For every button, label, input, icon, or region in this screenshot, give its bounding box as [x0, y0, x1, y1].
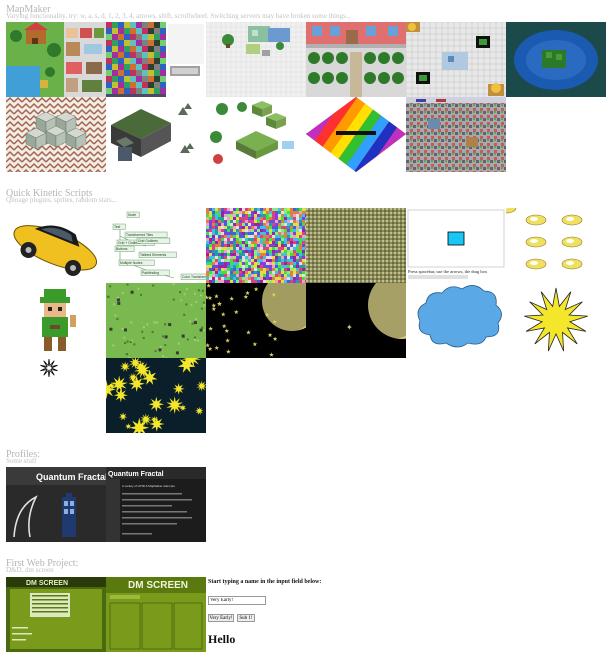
mapmaker-thumb-terrain[interactable] [106, 97, 206, 172]
mapmaker-subtitle: Varying functionality, try: w, a, s, d, … [6, 12, 351, 20]
kinetic-thumb-grass-field[interactable] [106, 283, 206, 358]
svg-text:Node: Node [128, 213, 136, 217]
kinetic-thumb-canvas[interactable]: Press spacebar, use the arrows, the drag… [406, 208, 506, 283]
webproject-thumb-dmscreen-1[interactable]: DM SCREEN [6, 577, 106, 652]
kinetic-thumb-moon[interactable]: ✦ [306, 283, 406, 358]
dm-prompt: Start typing a name in the input field b… [208, 579, 322, 585]
svg-text:Transformed Tiles: Transformed Tiles [126, 233, 153, 237]
kinetic-thumb-tree[interactable]: Node Test Transformed Tiles Grid + Outlines… [106, 208, 206, 283]
dm-greeting: Hello [208, 632, 236, 646]
tree-node: Pathfinding [140, 269, 170, 276]
dm-title-2: DM SCREEN [128, 580, 188, 591]
dm-name-input[interactable] [208, 596, 266, 605]
svg-text:Tabbed Elements: Tabbed Elements [140, 253, 167, 257]
tree-node: Node [126, 211, 140, 218]
kinetic-thumb-fine-grid[interactable] [306, 208, 406, 283]
kinetic-thumb-moon-stars[interactable] [206, 283, 306, 358]
webproject-thumb-dmscreen-2[interactable]: DM SCREEN [106, 577, 206, 652]
mapmaker-thumb-grid-house[interactable] [406, 22, 506, 97]
mapmaker-thumb-street[interactable] [306, 22, 406, 97]
kinetic-thumb-big-star[interactable] [506, 283, 606, 358]
tree-node: Buttons [114, 245, 135, 252]
svg-text:✦: ✦ [346, 323, 353, 332]
kinetic-thumb-small-star[interactable] [6, 358, 106, 433]
kinetic-thumb-sprites[interactable] [506, 208, 606, 283]
dm-button-2[interactable]: Sub 1! [237, 614, 255, 622]
kinetic-thumb-colornoise[interactable] [206, 208, 306, 283]
mapmaker-thumb-tiles-blocks[interactable] [206, 97, 306, 172]
profiles-subtitle: Some stuff [6, 457, 37, 465]
kinetic-thumb-car[interactable] [6, 208, 106, 283]
tree-node: Grid Outlines [136, 237, 171, 244]
kinetic-subtitle: Qimage plugins, sprites, random stars... [6, 196, 118, 204]
profile-thumb-quantum-2[interactable]: Quantum Fractal A variety of HTML5 MapMa… [106, 467, 206, 542]
dm-button-1[interactable]: Very Early! [208, 614, 234, 622]
svg-text:Color Transform: Color Transform [182, 275, 206, 279]
kinetic-thumb-link-sprite[interactable] [6, 283, 106, 358]
mapmaker-thumb-editor[interactable] [206, 22, 306, 97]
svg-text:Multiple Nodes: Multiple Nodes [120, 261, 143, 265]
mapmaker-thumb-island[interactable] [506, 22, 606, 97]
tree-node: Multiple Nodes [118, 259, 155, 266]
tree-node: Color Transform [180, 273, 206, 280]
mapmaker-thumb-village[interactable] [6, 22, 106, 97]
mapmaker-thumb-tileset[interactable] [106, 22, 206, 97]
mapmaker-thumb-isocubes[interactable] [6, 97, 106, 172]
webproject-subtitle: D&D, dm screen [6, 566, 54, 574]
dm-title-1: DM SCREEN [26, 580, 68, 587]
tree-node: Test [112, 223, 126, 230]
profile-body-2: A variety of HTML5 MapMaker attempts [122, 484, 175, 488]
profile-heading-1: Quantum Fractal [36, 472, 106, 482]
profile-thumb-quantum-1[interactable]: Quantum Fractal [6, 467, 106, 542]
svg-text:Buttons: Buttons [116, 247, 128, 251]
kinetic-thumb-random-stars[interactable] [106, 358, 206, 433]
mapmaker-thumb-debug[interactable] [406, 97, 506, 172]
tree-node: Tabbed Elements [138, 251, 177, 258]
svg-text:Test: Test [114, 225, 120, 229]
svg-text:Pathfinding: Pathfinding [142, 271, 159, 275]
profile-heading-2: Quantum Fractal [108, 471, 164, 478]
tree-node: Transformed Tiles [124, 231, 168, 238]
svg-text:Grid Outlines: Grid Outlines [138, 239, 158, 243]
kinetic-thumb-cloud[interactable] [406, 283, 506, 358]
mapmaker-thumb-rainbow[interactable] [306, 97, 406, 172]
